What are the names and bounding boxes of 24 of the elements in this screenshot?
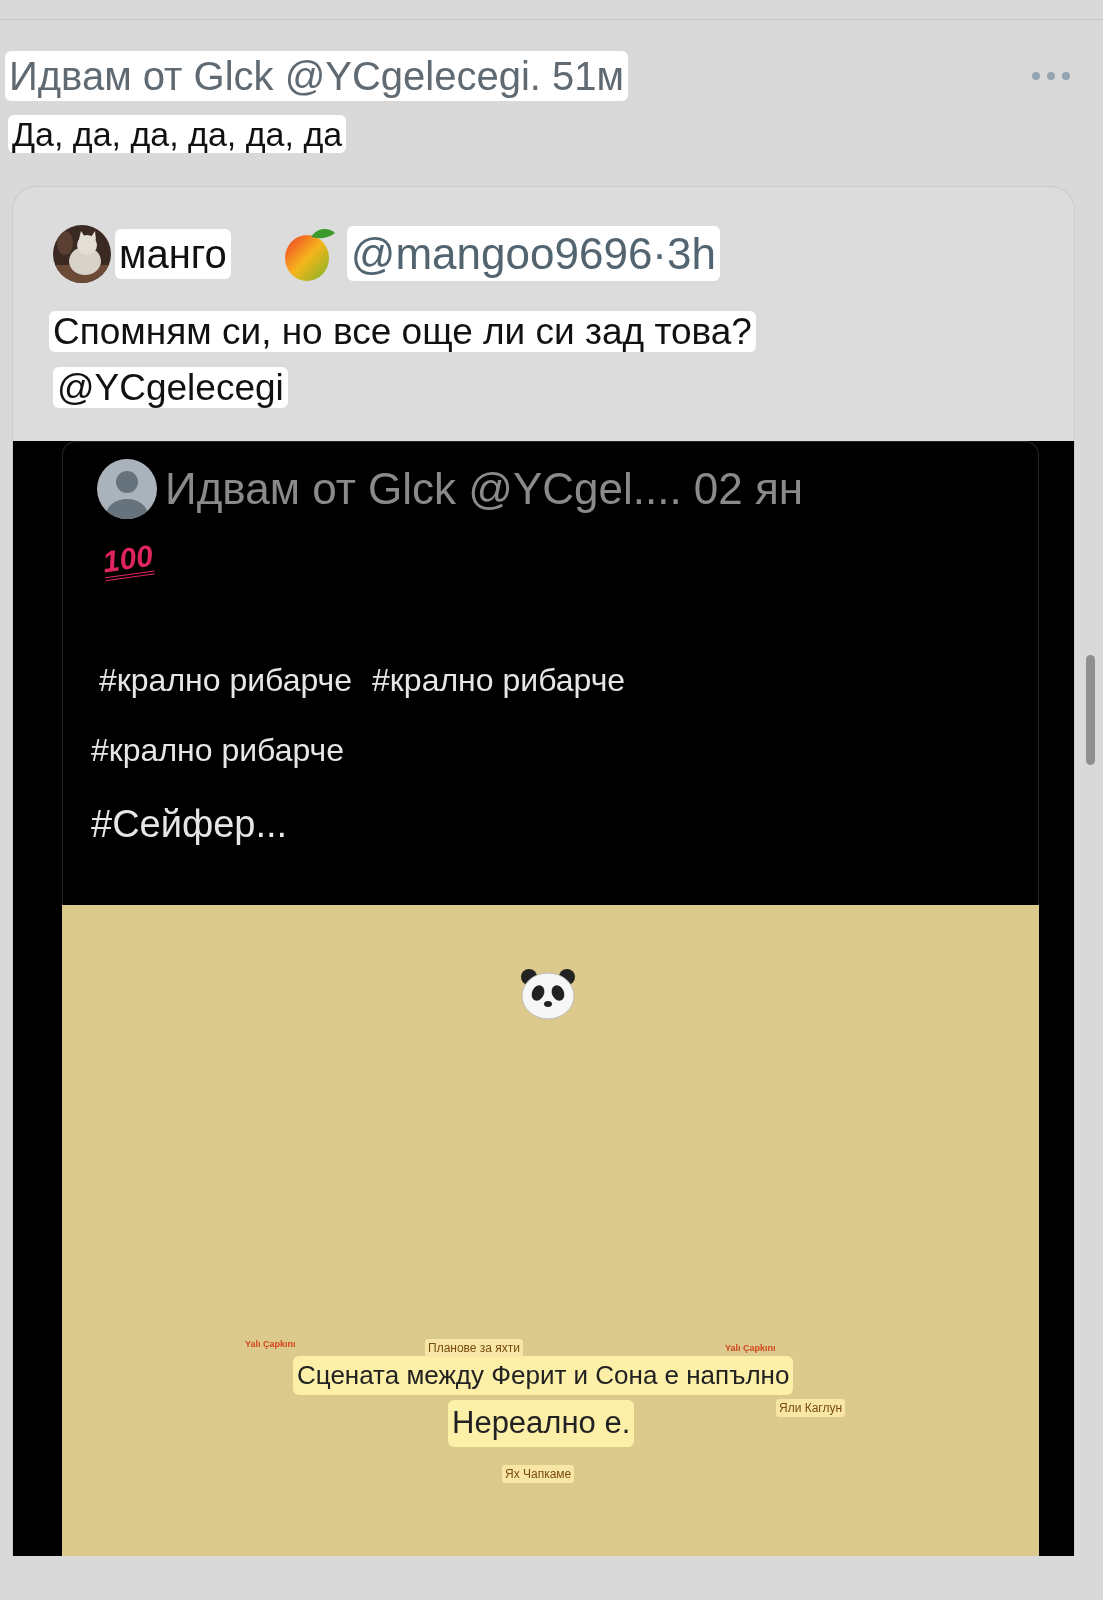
author-handle[interactable]: @mangoo9696·3h: [346, 226, 720, 281]
subtitle-text: Сцената между Ферит и Сона е напълно: [293, 1356, 794, 1395]
avatar-icon: [97, 459, 157, 519]
panda-icon: [520, 968, 576, 1020]
quoted-post-card[interactable]: [12, 185, 1075, 1556]
more-icon[interactable]: [1031, 71, 1071, 81]
post-text: Да, да, да, да, да, да: [8, 115, 347, 153]
quoted-post-text: Спомням си, но все още ли си зад това?: [49, 310, 756, 352]
hashtag-link[interactable]: #крално рибарче: [99, 656, 353, 704]
scrollbar[interactable]: [1086, 655, 1095, 765]
author-name[interactable]: манго: [115, 228, 231, 279]
hashtag-link[interactable]: #Сейфер...: [91, 796, 288, 853]
logo-text: Yalı Çapkını: [245, 1338, 296, 1351]
tag-label: Ях Чапкаме: [502, 1465, 575, 1483]
mention-link[interactable]: @YCgelecegi: [53, 366, 288, 408]
subtitle-text: Нереално е.: [448, 1400, 635, 1447]
post-header: Идвам от Glck @YCgelecegi. 51м: [5, 51, 629, 101]
tag-label: Планове за яхти: [425, 1339, 523, 1357]
emoji-text: 100: [100, 540, 156, 582]
embedded-post-header: Идвам от Glck @YCgel.... 02 ян: [165, 463, 804, 515]
logo-text: Yalı Çapkını: [725, 1342, 776, 1355]
hashtag-link[interactable]: #крално рибарче: [91, 726, 345, 774]
hashtag-link[interactable]: #крално рибарче: [372, 656, 626, 704]
tag-label: Яли Каглун: [776, 1399, 846, 1417]
